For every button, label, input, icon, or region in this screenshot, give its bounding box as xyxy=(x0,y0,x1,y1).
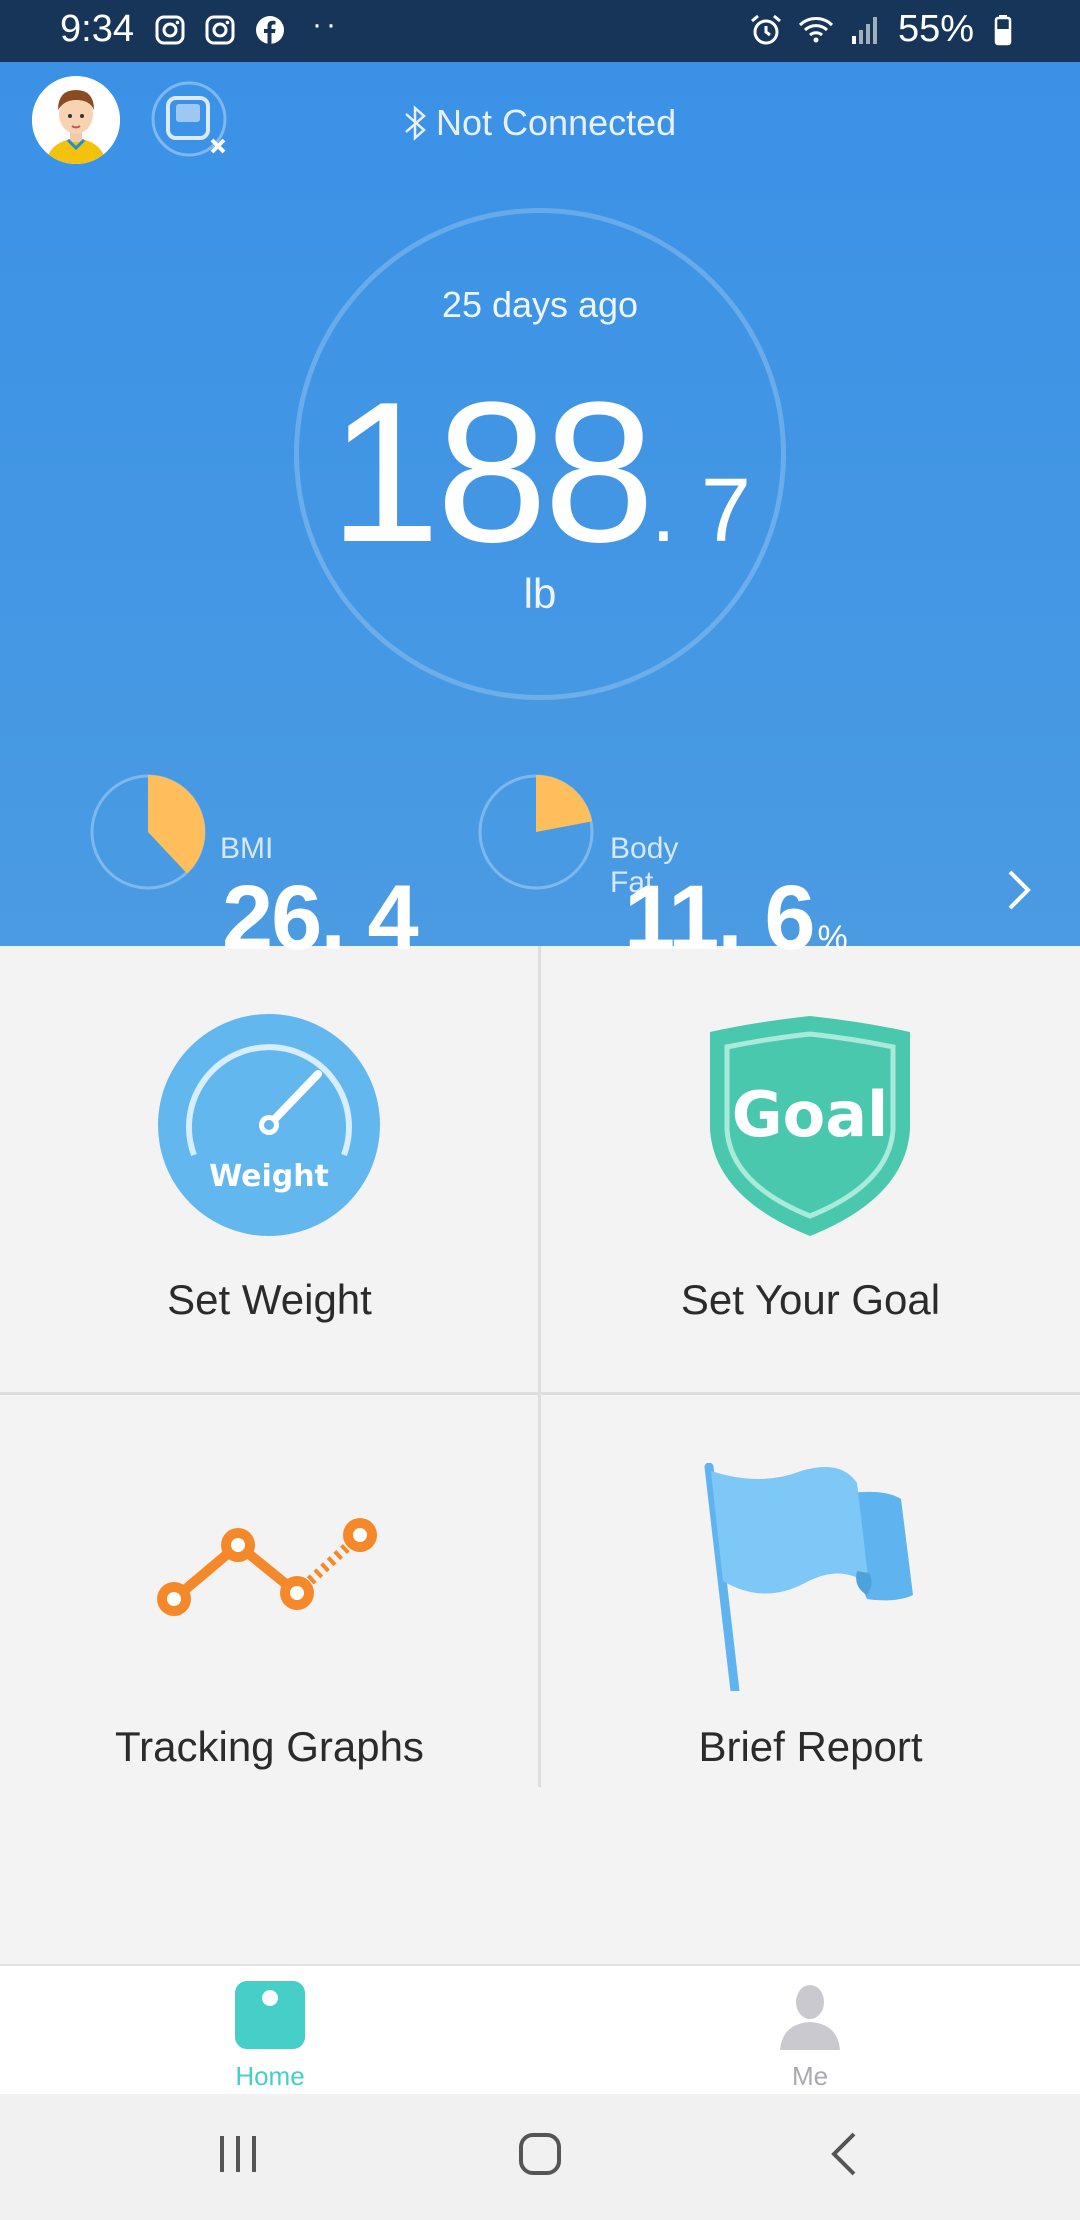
weight-value: 188. 7 xyxy=(0,358,1080,588)
person-icon xyxy=(780,1985,840,2050)
line-graph-icon xyxy=(157,1518,377,1616)
scale-disconnected-icon[interactable] xyxy=(150,80,232,162)
goal-icon-text: Goal xyxy=(732,1078,889,1151)
weight-summary-header: Not Connected 25 days ago 188. 7 lb BMI … xyxy=(0,62,1080,969)
feature-grid: Weight Set Weight Goal Set Your Goal Tra… xyxy=(0,946,1080,1838)
status-bar: 9:34 ·· 55% xyxy=(0,0,1080,62)
tab-home[interactable]: Home xyxy=(170,1980,370,2092)
battery-icon xyxy=(994,14,1012,45)
home-scale-icon xyxy=(235,1981,305,2049)
bmi-pie-icon xyxy=(90,774,206,890)
tracking-graphs-tile[interactable]: Tracking Graphs xyxy=(0,1395,539,1841)
signal-icon xyxy=(851,16,877,44)
weight-icon-text: Weight xyxy=(209,1159,329,1194)
more-notifications-indicator: ·· xyxy=(312,8,340,41)
home-button-icon[interactable] xyxy=(516,2130,564,2178)
system-status-icons: 55% xyxy=(748,8,1024,51)
brief-report-label: Brief Report xyxy=(698,1723,923,1770)
tab-home-label: Home xyxy=(235,2061,305,2091)
wifi-icon xyxy=(798,16,833,42)
weight-decimal: . 7 xyxy=(650,461,751,561)
bmi-label: BMI xyxy=(220,832,274,865)
set-weight-label: Set Weight xyxy=(167,1276,372,1323)
instagram-icon xyxy=(205,15,235,45)
back-icon[interactable] xyxy=(826,2130,862,2178)
bottom-navigation: Home Me xyxy=(0,1964,1080,2094)
last-measured-text: 25 days ago xyxy=(441,284,639,325)
system-navigation-bar xyxy=(0,2094,1080,2220)
instagram-icon xyxy=(155,15,185,45)
bluetooth-icon xyxy=(405,105,426,141)
status-time: 9:34 xyxy=(60,8,134,50)
chevron-right-icon[interactable] xyxy=(1004,868,1034,912)
user-face-icon xyxy=(32,76,120,164)
weight-unit: lb xyxy=(523,570,557,617)
set-goal-label: Set Your Goal xyxy=(680,1276,941,1323)
flag-icon xyxy=(704,1463,913,1691)
battery-percent: 55% xyxy=(897,8,974,50)
body-fat-pie-icon xyxy=(478,774,594,890)
set-weight-tile[interactable]: Weight Set Weight xyxy=(0,946,539,1392)
user-avatar[interactable] xyxy=(32,76,120,164)
alarm-icon xyxy=(750,14,781,44)
weight-gauge-icon: Weight xyxy=(158,1014,380,1236)
notification-icons: ·· xyxy=(154,8,340,46)
tab-me-label: Me xyxy=(791,2061,829,2091)
tracking-graphs-label: Tracking Graphs xyxy=(115,1723,424,1770)
weight-integer: 188 xyxy=(329,361,655,584)
facebook-icon xyxy=(256,16,284,44)
goal-shield-icon: Goal xyxy=(710,1016,910,1236)
brief-report-tile[interactable]: Brief Report xyxy=(541,1395,1080,1841)
recent-apps-icon[interactable] xyxy=(216,2132,260,2176)
connection-status: Not Connected xyxy=(400,102,676,144)
connection-status-text: Not Connected xyxy=(436,102,677,143)
set-goal-tile[interactable]: Goal Set Your Goal xyxy=(541,946,1080,1392)
tab-me[interactable]: Me xyxy=(710,1980,910,2092)
